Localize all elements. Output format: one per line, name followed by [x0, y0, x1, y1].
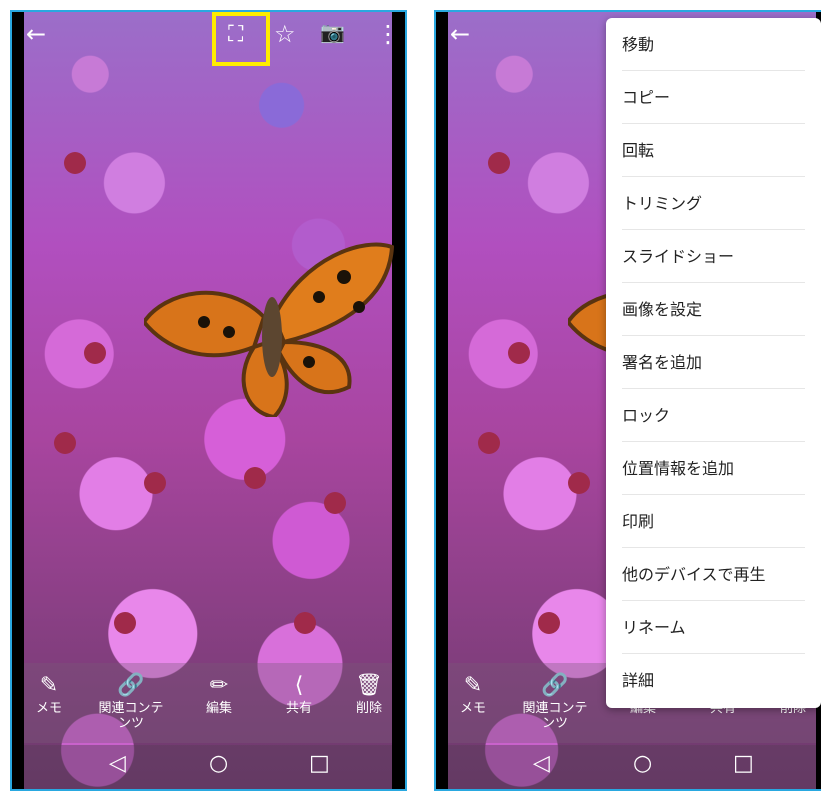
- flower-center: [54, 432, 76, 454]
- menu-item-add-signature[interactable]: 署名を追加: [622, 336, 805, 389]
- menu-item-move[interactable]: 移動: [622, 18, 805, 71]
- flower-center: [508, 342, 530, 364]
- edit-button[interactable]: ✏ 編集: [184, 671, 254, 716]
- star-icon[interactable]: ☆: [274, 22, 296, 46]
- more-options-icon[interactable]: ⋮: [376, 22, 400, 46]
- navigation-bar: ◁ ○ □: [24, 745, 392, 789]
- memo-icon: ✎: [463, 673, 483, 698]
- navigation-bar: ◁ ○ □: [448, 745, 816, 789]
- nav-recent-icon[interactable]: □: [309, 751, 330, 776]
- edit-label: 編集: [205, 701, 232, 716]
- menu-item-details[interactable]: 詳細: [622, 654, 805, 707]
- menu-item-copy[interactable]: コピー: [622, 71, 805, 124]
- related-content-button[interactable]: 🔗 関連コンテンツ: [520, 671, 590, 731]
- menu-item-rename[interactable]: リネーム: [622, 601, 805, 654]
- flower-center: [84, 342, 106, 364]
- delete-label: 削除: [355, 701, 382, 716]
- memo-icon: ✎: [39, 673, 59, 698]
- memo-label: メモ: [459, 701, 486, 716]
- share-icon: ⟨: [294, 673, 304, 698]
- nav-home-icon[interactable]: ○: [209, 751, 228, 776]
- gallery-viewer-screen: ← ⛶ ☆ 📷 ⋮ ✎ メモ 🔗 関連コンテンツ ✏ 編集 ⟨ 共有 🗑 削除 …: [10, 10, 407, 791]
- flower-center: [294, 612, 316, 634]
- menu-item-play-on-device[interactable]: 他のデバイスで再生: [622, 548, 805, 601]
- pencil-icon: ✏: [209, 673, 229, 698]
- camera-icon[interactable]: 📷: [320, 22, 345, 42]
- bottom-action-bar: ✎ メモ 🔗 関連コンテンツ ✏ 編集 ⟨ 共有 🗑 削除: [24, 663, 392, 743]
- menu-item-rotate[interactable]: 回転: [622, 124, 805, 177]
- related-content-button[interactable]: 🔗 関連コンテンツ: [96, 671, 166, 731]
- memo-button[interactable]: ✎ メモ: [438, 671, 508, 716]
- nav-recent-icon[interactable]: □: [733, 751, 754, 776]
- nav-home-icon[interactable]: ○: [633, 751, 652, 776]
- flower-center: [144, 472, 166, 494]
- share-label: 共有: [285, 701, 312, 716]
- delete-button[interactable]: 🗑 削除: [334, 671, 404, 716]
- flower-center: [244, 467, 266, 489]
- top-toolbar: ← ⛶ ☆ 📷 ⋮: [12, 12, 405, 66]
- nav-back-icon[interactable]: ◁: [109, 751, 126, 776]
- flower-center: [568, 472, 590, 494]
- back-arrow-icon[interactable]: ←: [450, 22, 470, 46]
- flower-center: [114, 612, 136, 634]
- link-icon: 🔗: [117, 673, 145, 698]
- butterfly: [144, 242, 394, 417]
- menu-item-slideshow[interactable]: スライドショー: [622, 230, 805, 283]
- link-icon: 🔗: [541, 673, 569, 698]
- flower-center: [488, 152, 510, 174]
- flower-center: [538, 612, 560, 634]
- related-content-label: 関連コンテンツ: [98, 701, 164, 731]
- share-button[interactable]: ⟨ 共有: [264, 671, 334, 716]
- menu-item-add-location[interactable]: 位置情報を追加: [622, 442, 805, 495]
- flower-center: [64, 152, 86, 174]
- related-content-label: 関連コンテンツ: [522, 701, 588, 731]
- menu-item-set-image[interactable]: 画像を設定: [622, 283, 805, 336]
- nav-back-icon[interactable]: ◁: [533, 751, 550, 776]
- gallery-viewer-menu-screen: ← ✎ メモ 🔗 関連コンテンツ ✏ 編集 ⟨ 共有 🗑 削除 ◁ ○ □ 移動…: [434, 10, 821, 791]
- memo-button[interactable]: ✎ メモ: [14, 671, 84, 716]
- menu-item-lock[interactable]: ロック: [622, 389, 805, 442]
- back-arrow-icon[interactable]: ←: [26, 22, 46, 46]
- flower-center: [478, 432, 500, 454]
- trash-icon: 🗑: [355, 673, 383, 698]
- menu-item-crop[interactable]: トリミング: [622, 177, 805, 230]
- overflow-menu: 移動 コピー 回転 トリミング スライドショー 画像を設定 署名を追加 ロック …: [606, 18, 821, 708]
- scan-icon[interactable]: ⛶: [228, 24, 243, 46]
- menu-item-print[interactable]: 印刷: [622, 495, 805, 548]
- flower-center: [324, 492, 346, 514]
- memo-label: メモ: [35, 701, 62, 716]
